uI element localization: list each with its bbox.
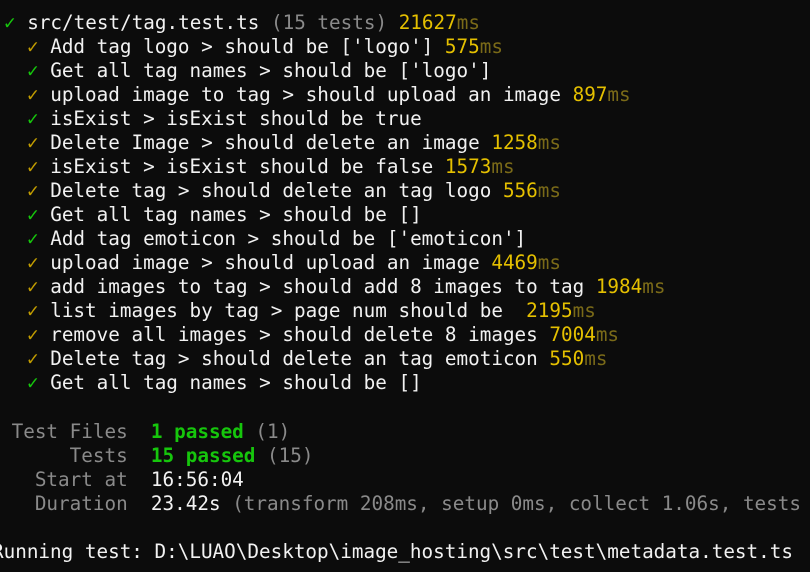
pass-check-icon: ✓	[27, 371, 39, 394]
test-name: Add tag emoticon > should be ['emoticon'…	[50, 227, 527, 250]
test-duration: 1984	[595, 275, 643, 298]
file-duration-unit: ms	[456, 11, 480, 34]
test-files-total: (1)	[255, 420, 291, 443]
test-duration: 4469	[491, 251, 538, 274]
test-name: list images by tag > page num should be	[50, 299, 515, 322]
test-result-row: ✓ remove all images > should delete 8 im…	[27, 323, 619, 347]
test-name: Delete Image > should delete an image	[50, 131, 480, 154]
start-label: Start at	[0, 468, 128, 491]
terminal-window: ✓ src/test/tag.test.ts (15 tests) 21627m…	[0, 0, 810, 572]
pass-check-icon: ✓	[27, 35, 39, 58]
test-duration-unit: ms	[642, 275, 666, 298]
pass-check-icon: ✓	[27, 179, 39, 202]
test-files-passed: 1 passed	[150, 420, 244, 443]
tests-total: (15)	[267, 444, 314, 467]
test-name: Delete tag > should delete an tag logo	[50, 179, 492, 202]
test-duration: 556	[502, 179, 538, 202]
test-result-row: ✓ isExist > isExist should be true	[27, 107, 422, 131]
test-result-row: ✓ isExist > isExist should be false 1573…	[27, 155, 515, 179]
summary-tests: Tests 15 passed (15)	[0, 444, 314, 468]
test-duration: 897	[572, 83, 608, 106]
pass-check-icon: ✓	[4, 11, 16, 34]
pass-check-icon: ✓	[27, 59, 39, 82]
pass-check-icon: ✓	[27, 203, 39, 226]
summary-test-files: Test Files 1 passed (1)	[0, 420, 291, 444]
test-file-path: src/test/tag.test.ts	[27, 11, 260, 34]
test-result-row: ✓ Get all tag names > should be []	[27, 203, 422, 227]
pass-check-icon: ✓	[27, 347, 39, 370]
test-duration: 1573	[444, 155, 492, 178]
test-name: upload image to tag > should upload an i…	[50, 83, 561, 106]
test-duration-unit: ms	[479, 35, 503, 58]
test-name: isExist > isExist should be false	[50, 155, 434, 178]
test-name: isExist > isExist should be true	[50, 107, 422, 130]
test-duration-unit: ms	[491, 155, 515, 178]
test-name: upload image > should upload an image	[50, 251, 480, 274]
test-files-label: Test Files	[0, 420, 128, 443]
test-result-row: ✓ upload image to tag > should upload an…	[27, 83, 631, 107]
pass-check-icon: ✓	[27, 323, 39, 346]
duration-label: Duration	[0, 492, 128, 515]
status-line-text: Running test: D:\LUAO\Desktop\image_host…	[0, 540, 793, 563]
start-value: 16:56:04	[150, 468, 244, 491]
test-duration-unit: ms	[537, 251, 561, 274]
test-duration: 550	[549, 347, 585, 370]
test-result-row: ✓ Delete tag > should delete an tag emot…	[27, 347, 607, 371]
test-duration-unit: ms	[572, 299, 596, 322]
test-duration: 1258	[491, 131, 538, 154]
pass-check-icon: ✓	[27, 155, 39, 178]
test-name: Add tag logo > should be ['logo']	[50, 35, 434, 58]
test-duration-unit: ms	[607, 83, 631, 106]
test-duration: 2195	[526, 299, 573, 322]
tests-passed: 15 passed	[150, 444, 256, 467]
test-name: Get all tag names > should be ['logo']	[50, 59, 492, 82]
test-result-row: ✓ add images to tag > should add 8 image…	[27, 275, 665, 299]
test-duration-unit: ms	[537, 131, 561, 154]
test-name: Get all tag names > should be []	[50, 371, 422, 394]
test-result-row: ✓ list images by tag > page num should b…	[27, 299, 596, 323]
pass-check-icon: ✓	[27, 131, 39, 154]
duration-value: 23.42s	[150, 492, 221, 515]
test-duration-unit: ms	[595, 323, 620, 346]
pass-check-icon: ✓	[27, 299, 39, 322]
test-result-row: ✓ Add tag logo > should be ['logo'] 575m…	[27, 35, 503, 59]
summary-duration: Duration 23.42s (transform 208ms, setup …	[0, 492, 801, 516]
test-result-row: ✓ upload image > should upload an image …	[27, 251, 561, 275]
test-count: (15 tests)	[271, 11, 388, 34]
test-name: Get all tag names > should be []	[50, 203, 422, 226]
duration-detail: (transform 208ms, setup 0ms, collect 1.0…	[232, 492, 801, 515]
test-duration: 575	[444, 35, 480, 58]
test-result-row: ✓ Delete tag > should delete an tag logo…	[27, 179, 561, 203]
test-result-row: ✓ Get all tag names > should be []	[27, 371, 422, 395]
pass-check-icon: ✓	[27, 83, 39, 106]
running-test-status: Running test: D:\LUAO\Desktop\image_host…	[0, 540, 793, 564]
test-result-row: ✓ Get all tag names > should be ['logo']	[27, 59, 491, 83]
test-duration-unit: ms	[537, 179, 561, 202]
test-name: remove all images > should delete 8 imag…	[50, 323, 538, 346]
file-header-line: ✓ src/test/tag.test.ts (15 tests) 21627m…	[4, 11, 480, 35]
test-duration-unit: ms	[584, 347, 608, 370]
test-name: Delete tag > should delete an tag emotic…	[50, 347, 538, 370]
pass-check-icon: ✓	[27, 227, 39, 250]
test-result-row: ✓ Add tag emoticon > should be ['emotico…	[27, 227, 526, 251]
pass-check-icon: ✓	[27, 275, 39, 298]
test-duration: 7004	[549, 323, 596, 346]
pass-check-icon: ✓	[27, 251, 39, 274]
tests-label: Tests	[0, 444, 128, 467]
test-name: add images to tag > should add 8 images …	[50, 275, 585, 298]
file-duration: 21627	[398, 11, 457, 34]
summary-start: Start at 16:56:04	[0, 468, 244, 492]
test-result-row: ✓ Delete Image > should delete an image …	[27, 131, 561, 155]
pass-check-icon: ✓	[27, 107, 39, 130]
